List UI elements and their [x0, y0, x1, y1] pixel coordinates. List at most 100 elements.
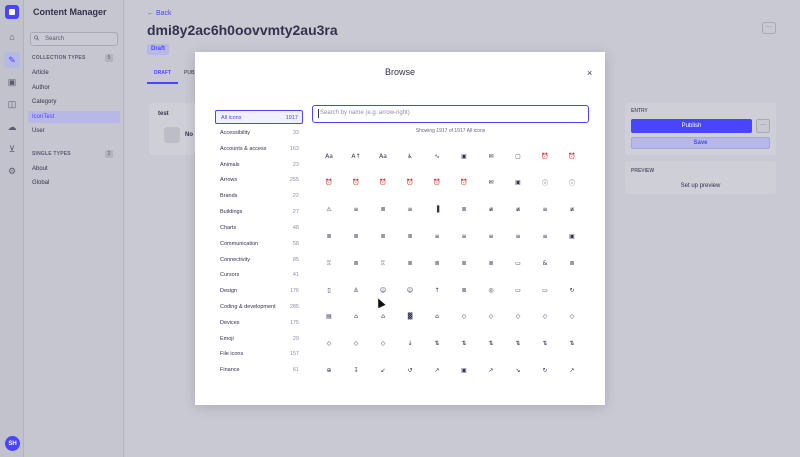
icon-option[interactable]: ⓘ: [539, 177, 551, 189]
category-item[interactable]: Accounts & access 163: [215, 142, 303, 156]
icon-option[interactable]: ≣: [350, 230, 362, 242]
publish-more-button[interactable]: ···: [756, 119, 770, 133]
more-actions-button[interactable]: ···: [762, 22, 776, 34]
icon-option[interactable]: ◇: [350, 338, 362, 350]
layout-icon[interactable]: ◫: [4, 96, 20, 112]
icon-option[interactable]: ≡: [404, 204, 416, 216]
icon-option[interactable]: ↗: [431, 364, 443, 376]
icon-option[interactable]: ▭: [539, 284, 551, 296]
category-item[interactable]: Charts 48: [215, 221, 303, 235]
strapi-logo[interactable]: [5, 5, 19, 19]
icon-option[interactable]: ✉: [485, 150, 497, 162]
home-icon[interactable]: ⌂: [4, 29, 20, 45]
icon-option[interactable]: ▣: [512, 177, 524, 189]
icon-option[interactable]: ▣: [458, 150, 470, 162]
icon-option[interactable]: ≣: [404, 257, 416, 269]
icon-option[interactable]: ◎: [485, 284, 497, 296]
tab-draft[interactable]: DRAFT: [147, 66, 178, 84]
icon-option[interactable]: ⏰: [377, 177, 389, 189]
icon-option[interactable]: ≣: [566, 257, 578, 269]
icon-option[interactable]: ⇅: [485, 338, 497, 350]
sidebar-item-user[interactable]: User: [28, 125, 120, 137]
icon-option[interactable]: ▤: [323, 311, 335, 323]
sidebar-item-category[interactable]: Category: [28, 96, 120, 108]
category-item[interactable]: Emoji 29: [215, 332, 303, 346]
icon-option[interactable]: ≣: [458, 284, 470, 296]
icon-option[interactable]: Aa: [323, 150, 335, 162]
icon-option[interactable]: ↙: [377, 364, 389, 376]
icon-option[interactable]: ⇅: [431, 338, 443, 350]
category-item[interactable]: Coding & development 285: [215, 300, 303, 314]
icon-option[interactable]: ↺: [404, 364, 416, 376]
sidebar-item-global[interactable]: Global: [28, 177, 120, 189]
category-item[interactable]: Devices 175: [215, 316, 303, 330]
category-item[interactable]: Connectivity 85: [215, 253, 303, 267]
icon-option[interactable]: ⌂: [431, 311, 443, 323]
icon-option[interactable]: ⚓: [350, 284, 362, 296]
sidebar-search-input[interactable]: Search: [30, 32, 118, 46]
cloud-icon[interactable]: ☁: [4, 119, 20, 135]
icon-option[interactable]: ⏰: [431, 177, 443, 189]
icon-option[interactable]: ✉: [485, 177, 497, 189]
icon-option[interactable]: ⊕: [323, 364, 335, 376]
icon-option[interactable]: ≣: [485, 257, 497, 269]
icon-option[interactable]: ↘: [512, 364, 524, 376]
media-placeholder[interactable]: [164, 127, 180, 143]
icon-option[interactable]: ▣: [458, 364, 470, 376]
plugin-icon[interactable]: ▣: [4, 74, 20, 90]
icon-option[interactable]: ⇅: [512, 338, 524, 350]
setup-preview-link[interactable]: Set up preview: [625, 183, 776, 189]
icon-option[interactable]: ≣: [458, 204, 470, 216]
back-link[interactable]: ← Back: [147, 10, 172, 17]
close-icon[interactable]: ×: [587, 69, 592, 78]
icon-option[interactable]: ↓: [404, 338, 416, 350]
icon-option[interactable]: ≣: [404, 230, 416, 242]
icon-option[interactable]: ⏰: [458, 177, 470, 189]
icon-option[interactable]: ◇: [377, 338, 389, 350]
icon-option[interactable]: ↑: [431, 284, 443, 296]
sidebar-item-article[interactable]: Article: [28, 67, 120, 79]
icon-option[interactable]: ◇: [485, 311, 497, 323]
icon-option[interactable]: ↻: [566, 284, 578, 296]
feather-icon[interactable]: ✎: [4, 52, 20, 68]
category-item[interactable]: Buildings 27: [215, 205, 303, 219]
icon-option[interactable]: ≣: [431, 257, 443, 269]
icon-option[interactable]: ◇: [323, 338, 335, 350]
icon-option[interactable]: ▐: [431, 204, 443, 216]
icon-option[interactable]: ⌂: [377, 311, 389, 323]
icon-option[interactable]: ◇: [458, 311, 470, 323]
icon-option[interactable]: ⏰: [566, 150, 578, 162]
icon-option[interactable]: ▭: [512, 284, 524, 296]
category-item[interactable]: Brands 22: [215, 189, 303, 203]
icon-option[interactable]: A↑: [350, 150, 362, 162]
settings-icon[interactable]: ⚙: [4, 163, 20, 179]
icon-option[interactable]: ▣: [566, 230, 578, 242]
icon-option[interactable]: ≡: [512, 230, 524, 242]
category-item[interactable]: Animals 23: [215, 158, 303, 172]
icon-option[interactable]: ⇅: [539, 338, 551, 350]
category-item[interactable]: Arrows 255: [215, 173, 303, 187]
icon-option[interactable]: ≢: [566, 204, 578, 216]
icon-option[interactable]: ⌂: [350, 311, 362, 323]
icon-option[interactable]: ⏰: [323, 177, 335, 189]
icon-option[interactable]: ≢: [485, 204, 497, 216]
icon-option[interactable]: ↗: [566, 364, 578, 376]
avatar[interactable]: SH: [5, 436, 20, 451]
icon-option[interactable]: ≡: [458, 230, 470, 242]
icon-option[interactable]: ≢: [512, 204, 524, 216]
icon-option[interactable]: Aa: [377, 150, 389, 162]
icon-option[interactable]: ≡: [350, 204, 362, 216]
sidebar-item-icontest[interactable]: IconTest: [28, 111, 120, 123]
icon-option[interactable]: ⏰: [350, 177, 362, 189]
icon-option[interactable]: ≡: [539, 230, 551, 242]
icon-option[interactable]: ⇅: [458, 338, 470, 350]
icon-option[interactable]: ▭: [512, 257, 524, 269]
icon-option[interactable]: ◇: [539, 311, 551, 323]
category-item[interactable]: Cursors 41: [215, 268, 303, 282]
category-item[interactable]: Communication 58: [215, 237, 303, 251]
icon-option[interactable]: ☺: [404, 284, 416, 296]
category-item[interactable]: Design 176: [215, 284, 303, 298]
icon-option[interactable]: ≡: [485, 230, 497, 242]
icon-option[interactable]: ↻: [539, 364, 551, 376]
icon-option[interactable]: ◇: [566, 311, 578, 323]
